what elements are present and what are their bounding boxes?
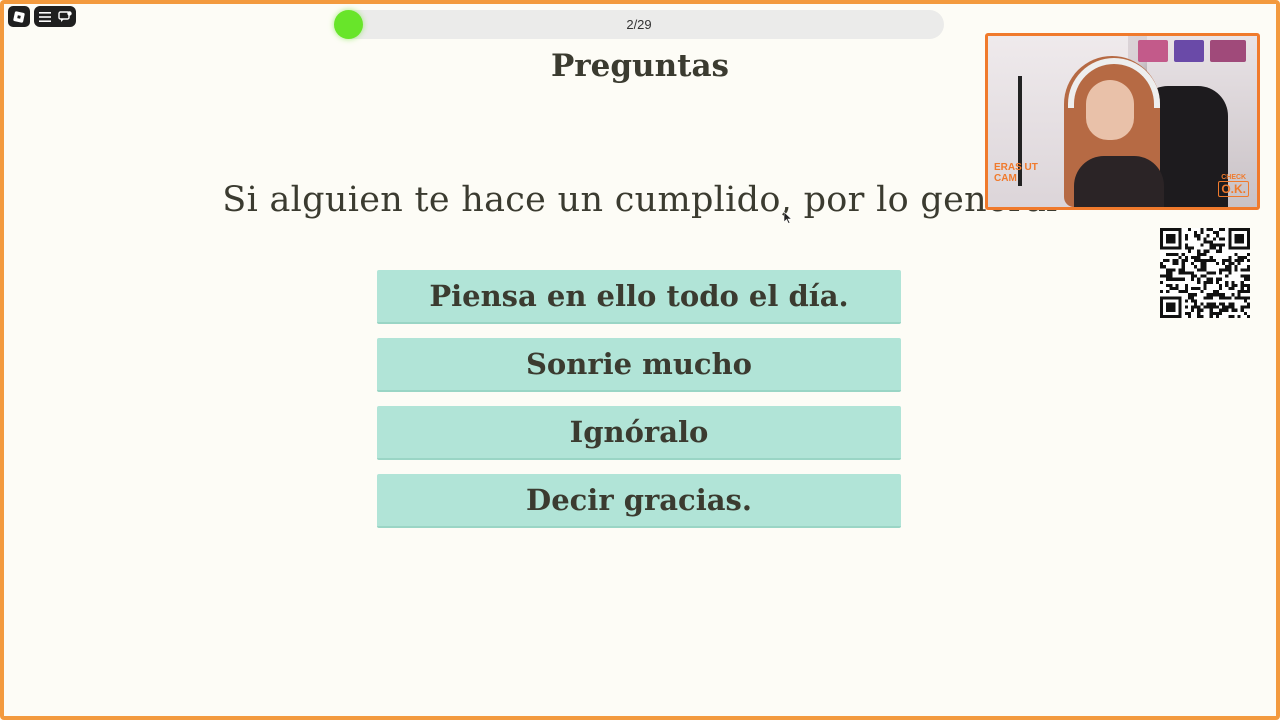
chat-button[interactable] xyxy=(58,10,72,24)
roblox-logo-icon xyxy=(13,10,25,23)
top-toolbar xyxy=(8,6,76,27)
webcam-poster xyxy=(1138,40,1168,62)
progress-bar: 2/29 xyxy=(334,10,944,39)
answer-option-4[interactable]: Decir gracias. xyxy=(377,474,901,528)
webcam-poster xyxy=(1174,40,1204,62)
progress-label: 2/29 xyxy=(626,17,652,32)
qr-code-icon xyxy=(1160,228,1250,318)
webcam-poster xyxy=(1210,40,1246,62)
webcam-badge-left: ERAS UT CAM xyxy=(994,162,1038,184)
hamburger-menu-icon xyxy=(39,11,51,22)
answer-option-2[interactable]: Sonrie mucho xyxy=(377,338,901,392)
menu-button[interactable] xyxy=(38,10,52,24)
webcam-badge-left-line1: ERAS UT xyxy=(994,162,1038,173)
webcam-overlay: ERAS UT CAM CHECK O.K. xyxy=(985,33,1260,210)
answer-option-3[interactable]: Ignóralo xyxy=(377,406,901,460)
answer-list: Piensa en ello todo el día. Sonrie mucho… xyxy=(377,270,901,542)
webcam-badge-right: CHECK O.K. xyxy=(1218,174,1249,197)
roblox-logo-button[interactable] xyxy=(8,6,30,27)
webcam-badge-right-big: O.K. xyxy=(1218,181,1249,197)
webcam-person-body xyxy=(1074,156,1164,207)
answer-option-1[interactable]: Piensa en ello todo el día. xyxy=(377,270,901,324)
webcam-badge-right-small: CHECK xyxy=(1221,174,1247,181)
toolbar-group xyxy=(34,6,76,27)
page-title: Preguntas xyxy=(551,48,729,84)
mouse-cursor-icon xyxy=(784,212,792,224)
webcam-badge-left-line2: CAM xyxy=(994,173,1017,184)
chat-bubble-icon xyxy=(58,10,72,22)
